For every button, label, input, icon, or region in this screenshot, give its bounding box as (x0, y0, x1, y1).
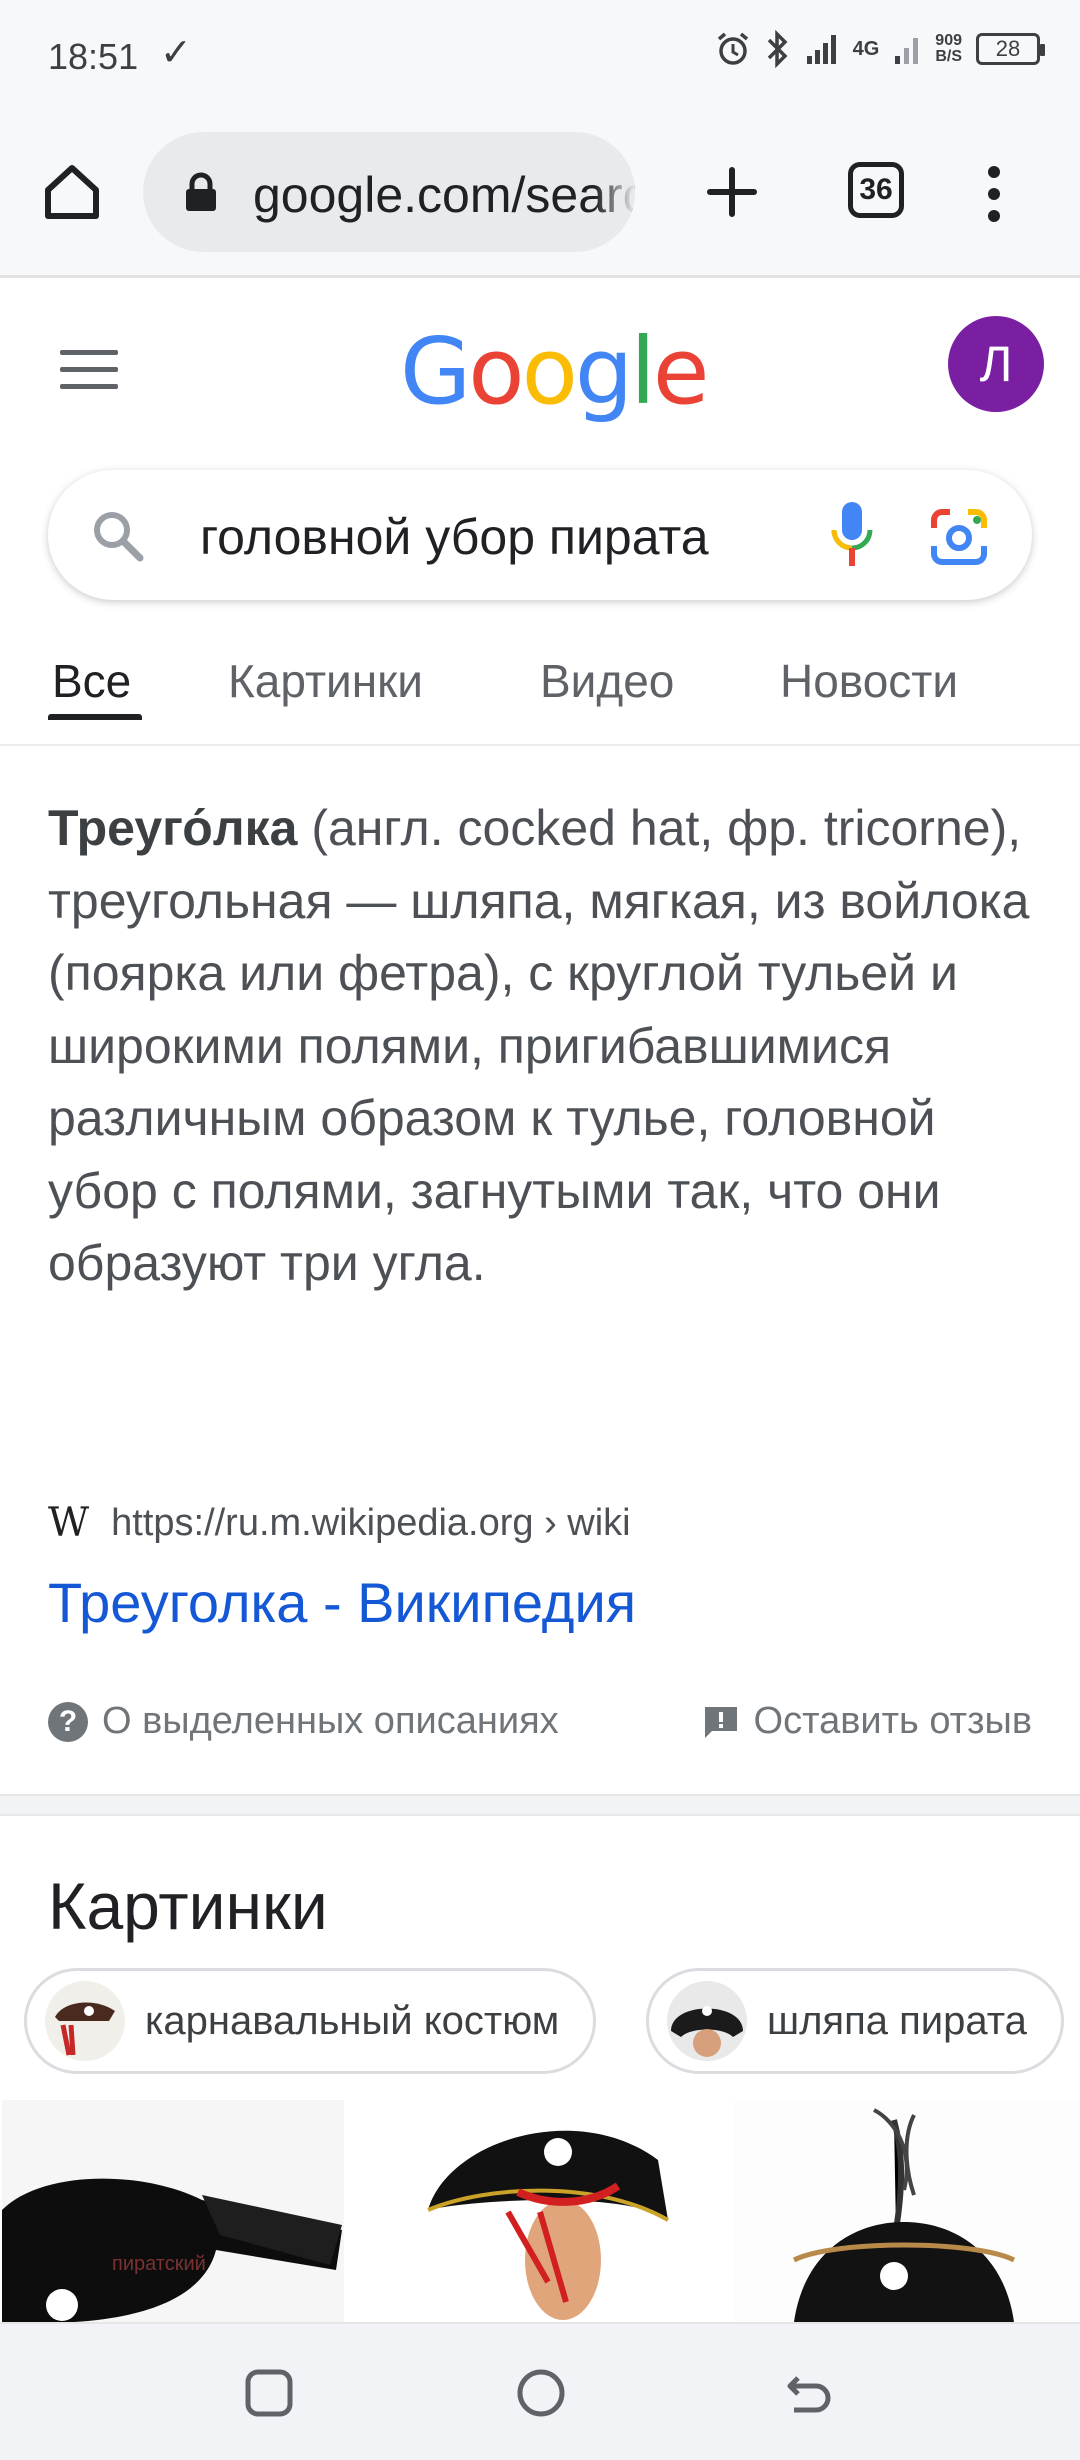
feedback-button[interactable]: Оставить отзыв (702, 1700, 1032, 1743)
chip-thumbnail (667, 1981, 747, 2061)
image-result-2[interactable] (368, 2100, 710, 2322)
account-avatar[interactable]: Л (948, 316, 1044, 412)
image-chip-carnival-costume[interactable]: карнавальный костюм (24, 1968, 597, 2074)
tab-news[interactable]: Новости (780, 654, 958, 708)
google-lens-icon[interactable] (928, 506, 990, 568)
image-result-3[interactable] (734, 2100, 1080, 2322)
snippet-term: Треуго́лка (48, 800, 298, 856)
tab-images[interactable]: Картинки (228, 654, 423, 708)
battery-icon: 28 (976, 33, 1045, 65)
tab-all[interactable]: Все (52, 654, 131, 708)
images-section-heading: Картинки (48, 1869, 328, 1943)
logo-letter: l (630, 318, 656, 425)
main-menu-icon[interactable] (60, 350, 118, 390)
snippet-body: (англ. cocked hat, фр. tricorne), треуго… (48, 800, 1030, 1291)
search-input[interactable]: головной убор пирата (200, 508, 790, 566)
network-type: 4G (852, 37, 880, 60)
system-nav-bar (0, 2322, 1080, 2460)
voice-search-icon[interactable] (828, 500, 876, 570)
logo-letter: g (574, 318, 633, 425)
help-icon: ? (48, 1701, 88, 1742)
about-snippets-label: О выделенных описаниях (102, 1700, 559, 1742)
home-nav-icon[interactable] (516, 2368, 566, 2418)
about-snippets-button[interactable]: ? О выделенных описаниях (48, 1700, 559, 1743)
chip-label: шляпа пирата (767, 1998, 1027, 2043)
alarm-icon (717, 32, 748, 65)
result-title-link[interactable]: Треуголка - Википедия (48, 1570, 636, 1635)
image-chip-pirate-hat[interactable]: шляпа пирата (646, 1968, 1064, 2074)
url-fade (595, 132, 635, 252)
source-url: https://ru.m.wikipedia.org › wiki (111, 1501, 631, 1544)
snippet-footer: ? О выделенных описаниях Оставить отзыв (48, 1700, 1032, 1750)
logo-letter: G (400, 318, 471, 425)
status-time: 18:51 (48, 36, 139, 77)
search-box[interactable]: головной убор пирата (48, 470, 1032, 600)
new-tab-icon[interactable] (700, 160, 764, 224)
chip-thumbnail (45, 1981, 125, 2061)
logo-letter: o (468, 318, 524, 425)
signal-2-icon (895, 38, 919, 64)
section-separator (0, 1794, 1080, 1816)
image-result-1[interactable]: пиратский (2, 2100, 344, 2322)
url-bar[interactable]: google.com/search?q (143, 132, 635, 252)
feedback-icon (704, 1706, 737, 1738)
status-indicators: 4G 909 B/S 28 (715, 30, 1045, 68)
tab-switcher-button[interactable]: 36 (848, 162, 904, 218)
google-logo[interactable]: Google (400, 318, 710, 425)
result-source[interactable]: W https://ru.m.wikipedia.org › wiki (48, 1500, 631, 1546)
back-icon[interactable] (784, 2368, 834, 2418)
logo-letter: e (652, 318, 710, 425)
logo-letter: o (521, 318, 578, 425)
browser-toolbar: google.com/search?q 36 (0, 110, 1080, 278)
chip-label: карнавальный костюм (145, 1998, 560, 2043)
feedback-label: Оставить отзыв (753, 1700, 1032, 1742)
active-tab-indicator (48, 714, 142, 720)
featured-snippet-text: Треуго́лка (англ. cocked hat, фр. tricor… (48, 792, 1038, 1300)
tab-video[interactable]: Видео (540, 654, 674, 708)
signal-icon (806, 35, 836, 64)
overflow-menu-icon[interactable] (980, 164, 1008, 224)
bluetooth-icon (767, 30, 788, 68)
search-icon[interactable] (90, 508, 146, 564)
wikipedia-icon: W (48, 1500, 90, 1546)
net-speed: 909 B/S (935, 32, 962, 65)
svg-text:пиратский: пиратский (112, 2253, 206, 2275)
recent-apps-icon[interactable] (244, 2368, 294, 2418)
download-done-icon: ✓ (160, 32, 192, 74)
status-bar: 18:51 ✓ 4G 909 B/S 28 (0, 0, 1080, 110)
home-icon[interactable] (40, 160, 104, 224)
tabs-divider (0, 744, 1080, 746)
lock-icon (186, 172, 216, 211)
url-text: google.com/search?q (253, 167, 635, 223)
